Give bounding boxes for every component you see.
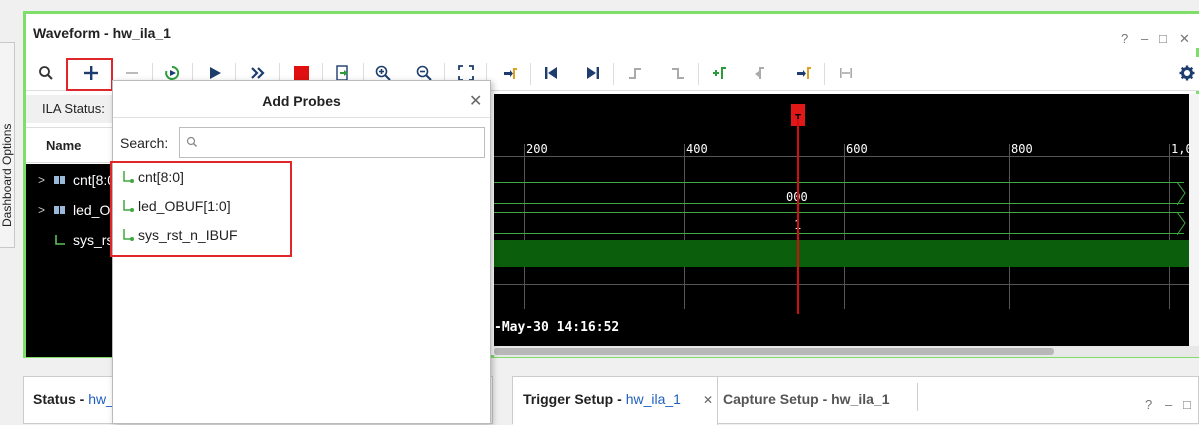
prev-marker-icon [750, 61, 774, 85]
first-marker-icon[interactable] [539, 61, 563, 85]
close-button[interactable]: ✕ [1179, 31, 1190, 47]
name-column-header[interactable]: Name [26, 127, 116, 163]
tab-trigger-link[interactable]: hw_ila_1 [626, 391, 681, 407]
trigger-cursor-line [797, 119, 799, 314]
vertical-scrollbar[interactable] [1189, 94, 1199, 346]
dashboard-options-tab[interactable]: Dashboard Options [0, 42, 15, 248]
add-probes-title: Add Probes [113, 81, 490, 118]
next-marker-icon[interactable] [792, 61, 816, 85]
led-bus-waveform [494, 212, 1184, 234]
sys-rst-waveform [494, 240, 1199, 267]
time-tick-label: 200 [526, 142, 548, 156]
signal-name-list: > cnt[8:0] > led_OBUF[1:0] sys_rst_n_IBU… [26, 164, 116, 357]
chevron-right-icon[interactable]: > [38, 203, 45, 217]
status-link[interactable]: hw_ [88, 391, 114, 407]
search-icon [186, 136, 198, 151]
help-button[interactable]: ? [1121, 31, 1128, 46]
tab-capture-setup[interactable]: Capture Setup - hw_ila_1 [723, 391, 889, 407]
restore-button[interactable]: □ [1159, 31, 1167, 46]
horizontal-scrollbar[interactable] [494, 346, 1199, 357]
restore-button[interactable]: □ [1183, 397, 1191, 412]
time-tick-label: 800 [1011, 142, 1033, 156]
chevron-right-icon[interactable]: > [38, 173, 45, 187]
wire-icon [53, 233, 67, 245]
waveform-title: Waveform - hw_ila_1 [33, 25, 171, 41]
signal-row[interactable]: sys_rst_n_IBUF [26, 227, 116, 257]
time-tick-label: 400 [686, 142, 708, 156]
minimize-button[interactable]: – [1141, 31, 1148, 46]
next-transition-icon [666, 61, 690, 85]
probe-list-highlight [110, 161, 292, 257]
waveform-canvas[interactable]: 200 400 600 800 1,0 000 1 T -May-30 14:1… [494, 94, 1199, 357]
capture-timestamp: -May-30 14:16:52 [494, 320, 620, 335]
waveform-title-bar: Waveform - hw_ila_1 ? – □ ✕ [26, 14, 1199, 48]
add-marker-icon[interactable] [708, 61, 732, 85]
help-button[interactable]: ? [1145, 397, 1152, 412]
close-icon[interactable]: ✕ [469, 91, 482, 111]
close-icon[interactable]: ✕ [703, 393, 713, 407]
signal-row[interactable]: > led_OBUF[1:0] [26, 197, 116, 227]
bus-icon [53, 173, 67, 185]
go-to-cursor-icon[interactable] [498, 61, 522, 85]
prev-transition-icon [623, 61, 647, 85]
last-marker-icon[interactable] [581, 61, 605, 85]
minimize-button[interactable]: – [1165, 397, 1172, 412]
ila-status-label: ILA Status: [26, 95, 116, 123]
scrollbar-thumb[interactable] [494, 348, 1054, 355]
search-label: Search: [120, 135, 169, 151]
trigger-setup-panel: Trigger Setup - hw_ila_1 ✕ Capture Setup… [512, 376, 1199, 425]
signal-row[interactable]: > cnt[8:0] [26, 167, 116, 197]
add-button-highlight [66, 58, 113, 91]
cnt-bus-waveform [494, 182, 1184, 204]
tab-trigger-title: Trigger Setup - [523, 391, 626, 407]
status-title-text: Status - [33, 391, 89, 407]
status-panel-title: Status - hw_ [33, 391, 114, 407]
tab-trigger-setup[interactable]: Trigger Setup - hw_ila_1 ✕ [513, 377, 718, 425]
swap-cursors-icon [834, 61, 858, 85]
search-icon[interactable] [34, 61, 58, 85]
bus-icon [53, 203, 67, 215]
tab-trigger-setup-label: Trigger Setup - hw_ila_1 [523, 391, 681, 407]
dashboard-options-label: Dashboard Options [0, 123, 14, 227]
add-probes-dialog: Add Probes ✕ Search: cnt[8:0] led_OBUF[1… [110, 80, 491, 424]
probe-search-input[interactable] [179, 127, 485, 158]
time-tick-label: 600 [846, 142, 868, 156]
settings-icon[interactable] [1175, 61, 1199, 85]
